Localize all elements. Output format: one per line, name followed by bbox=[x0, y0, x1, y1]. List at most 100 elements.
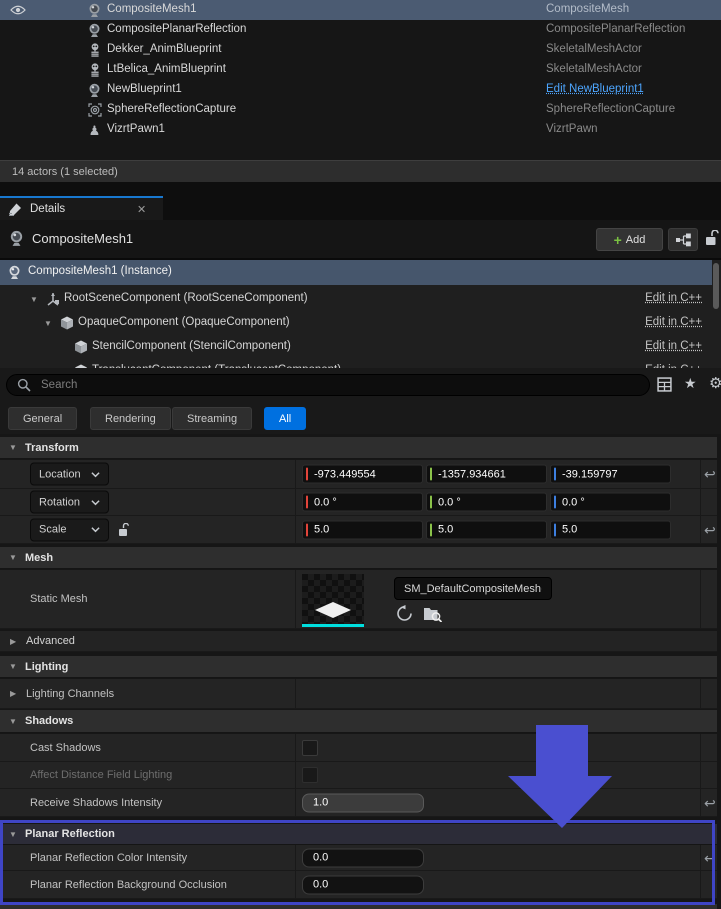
component-row-opaque[interactable]: ▼ OpaqueComponent (OpaqueComponent) Edit… bbox=[0, 311, 712, 336]
outliner-row-compositemesh1[interactable]: CompositeMesh1 CompositeMesh bbox=[0, 0, 721, 20]
composite-mesh-actor-icon bbox=[8, 265, 21, 280]
scale-x-input[interactable]: 5.0 bbox=[302, 520, 423, 539]
value: 0.0 bbox=[313, 879, 328, 891]
actor-type: SkeletalMeshActor bbox=[546, 63, 642, 75]
scene-component-icon bbox=[46, 292, 60, 306]
visibility-eye-icon[interactable] bbox=[10, 5, 26, 15]
edit-blueprint-link[interactable]: Edit NewBlueprint1 bbox=[546, 83, 644, 95]
chevron-down-icon bbox=[91, 499, 100, 505]
edit-in-cpp-link[interactable]: Edit in C++ bbox=[645, 316, 702, 328]
actor-name: VizrtPawn1 bbox=[107, 123, 165, 135]
reset-to-default-icon[interactable]: ↩ bbox=[704, 523, 716, 537]
component-label: StencilComponent (StencilComponent) bbox=[92, 340, 291, 352]
favorites-star-icon[interactable]: ★ bbox=[684, 376, 697, 390]
planar-color-intensity-input[interactable]: 0.0 bbox=[302, 848, 424, 867]
planar-background-occlusion-input[interactable]: 0.0 bbox=[302, 875, 424, 894]
outliner-row-ltbelica[interactable]: LtBelica_AnimBlueprint SkeletalMeshActor bbox=[0, 60, 721, 80]
scale-type-dropdown[interactable]: Scale bbox=[30, 518, 109, 541]
row-advanced[interactable]: ▶ Advanced bbox=[0, 631, 717, 652]
close-icon[interactable]: ✕ bbox=[137, 203, 146, 216]
actor-name: LtBelica_AnimBlueprint bbox=[107, 63, 226, 75]
chevron-down-icon[interactable]: ▼ bbox=[30, 295, 38, 304]
value: -1357.934661 bbox=[438, 468, 506, 480]
value: 5.0 bbox=[562, 524, 577, 536]
chevron-down-icon[interactable]: ▼ bbox=[9, 553, 19, 562]
component-tree: CompositeMesh1 (Instance) ▼ RootSceneCom… bbox=[0, 258, 721, 368]
rotation-type-dropdown[interactable]: Rotation bbox=[30, 491, 109, 514]
actor-name: CompositePlanarReflection bbox=[107, 23, 246, 35]
edit-in-cpp-link[interactable]: Edit in C++ bbox=[645, 292, 702, 304]
chevron-down-icon[interactable]: ▼ bbox=[44, 319, 52, 328]
section-label: Transform bbox=[25, 442, 79, 454]
chevron-down-icon[interactable]: ▼ bbox=[9, 830, 19, 839]
filter-streaming[interactable]: Streaming bbox=[172, 407, 252, 430]
rotation-y-input[interactable]: 0.0 ° bbox=[426, 493, 547, 512]
outliner-row-newblueprint1[interactable]: NewBlueprint1 Edit NewBlueprint1 bbox=[0, 80, 721, 100]
chevron-down-icon[interactable]: ▼ bbox=[9, 717, 19, 726]
scale-z-input[interactable]: 5.0 bbox=[550, 520, 671, 539]
outliner-row-dekker[interactable]: Dekker_AnimBlueprint SkeletalMeshActor bbox=[0, 40, 721, 60]
section-lighting[interactable]: ▼ Lighting bbox=[0, 656, 717, 678]
row-cast-shadows: Cast Shadows bbox=[0, 734, 717, 762]
cast-shadows-checkbox[interactable] bbox=[302, 740, 318, 756]
static-mesh-thumbnail[interactable] bbox=[302, 574, 364, 627]
skeletal-mesh-actor-icon bbox=[87, 62, 102, 78]
row-lighting-channels[interactable]: ▶ Lighting Channels bbox=[0, 679, 717, 709]
scale-lock-icon[interactable] bbox=[118, 523, 130, 537]
component-row-instance[interactable]: CompositeMesh1 (Instance) bbox=[0, 260, 712, 285]
location-x-input[interactable]: -973.449554 bbox=[302, 465, 423, 484]
rotation-x-input[interactable]: 0.0 ° bbox=[302, 493, 423, 512]
use-selected-asset-icon[interactable] bbox=[396, 605, 413, 622]
blueprint-hierarchy-button[interactable] bbox=[668, 228, 698, 251]
tab-details-label: Details bbox=[30, 203, 65, 215]
section-clipped[interactable]: ▼ Shading bbox=[0, 904, 717, 909]
component-row-stencil[interactable]: StencilComponent (StencilComponent) Edit… bbox=[0, 335, 712, 360]
filter-tabs-row: General Rendering Streaming All bbox=[0, 402, 721, 434]
actor-name: NewBlueprint1 bbox=[107, 83, 182, 95]
edit-in-cpp-link[interactable]: Edit in C++ bbox=[645, 340, 702, 352]
property-label: Static Mesh bbox=[30, 593, 87, 605]
reset-to-default-icon[interactable]: ↩ bbox=[704, 467, 716, 481]
filter-rendering[interactable]: Rendering bbox=[90, 407, 171, 430]
location-z-input[interactable]: -39.159797 bbox=[550, 465, 671, 484]
static-mesh-dropdown[interactable]: SM_DefaultCompositeMesh bbox=[394, 577, 552, 600]
affect-distance-field-checkbox[interactable] bbox=[302, 767, 318, 783]
section-shadows[interactable]: ▼ Shadows bbox=[0, 710, 717, 733]
section-mesh[interactable]: ▼ Mesh bbox=[0, 547, 717, 569]
selected-actor-name: CompositeMesh1 bbox=[32, 231, 133, 246]
section-planar-reflection[interactable]: ▼ Planar Reflection bbox=[0, 824, 717, 845]
dropdown-label: Rotation bbox=[39, 496, 80, 508]
section-transform[interactable]: ▼ Transform bbox=[0, 437, 717, 459]
rotation-z-input[interactable]: 0.0 ° bbox=[550, 493, 671, 512]
blueprint-actor-icon bbox=[87, 82, 102, 98]
search-field[interactable] bbox=[6, 374, 650, 396]
browse-to-asset-icon[interactable] bbox=[423, 606, 442, 622]
component-row-translucent[interactable]: TranslucentComponent (TranslucentCompone… bbox=[0, 359, 712, 368]
location-type-dropdown[interactable]: Location bbox=[30, 463, 109, 486]
filter-all[interactable]: All bbox=[264, 407, 306, 430]
value: 0.0 ° bbox=[562, 496, 585, 508]
scale-y-input[interactable]: 5.0 bbox=[426, 520, 547, 539]
chevron-down-icon[interactable]: ▼ bbox=[9, 662, 19, 671]
search-input[interactable] bbox=[39, 378, 639, 392]
add-component-button[interactable]: + Add bbox=[596, 228, 663, 251]
outliner-row-compositeplanarreflection[interactable]: CompositePlanarReflection CompositePlana… bbox=[0, 20, 721, 40]
filter-general[interactable]: General bbox=[8, 407, 77, 430]
unlocked-lock-icon[interactable] bbox=[705, 230, 719, 246]
display-options-grid-icon[interactable] bbox=[657, 377, 672, 392]
outliner-row-spherereflectioncapture[interactable]: SphereReflectionCapture SphereReflection… bbox=[0, 100, 721, 120]
reset-to-default-icon[interactable]: ↩ bbox=[704, 851, 716, 865]
reset-to-default-icon[interactable]: ↩ bbox=[704, 796, 716, 810]
settings-gear-icon[interactable]: ⚙ bbox=[709, 376, 721, 391]
component-row-rootscene[interactable]: ▼ RootSceneComponent (RootSceneComponent… bbox=[0, 287, 712, 312]
chevron-down-icon[interactable]: ▼ bbox=[9, 443, 19, 452]
location-y-input[interactable]: -1357.934661 bbox=[426, 465, 547, 484]
scrollbar[interactable] bbox=[713, 263, 719, 309]
receive-shadows-intensity-input[interactable]: 1.0 bbox=[302, 793, 424, 812]
chevron-right-icon[interactable]: ▶ bbox=[10, 689, 20, 698]
tab-details[interactable]: Details ✕ bbox=[0, 196, 163, 220]
value: -973.449554 bbox=[314, 468, 376, 480]
details-pencil-icon bbox=[8, 203, 22, 216]
outliner-row-vizrtpawn1[interactable]: ♟ VizrtPawn1 VizrtPawn bbox=[0, 120, 721, 140]
chevron-right-icon[interactable]: ▶ bbox=[10, 637, 20, 646]
